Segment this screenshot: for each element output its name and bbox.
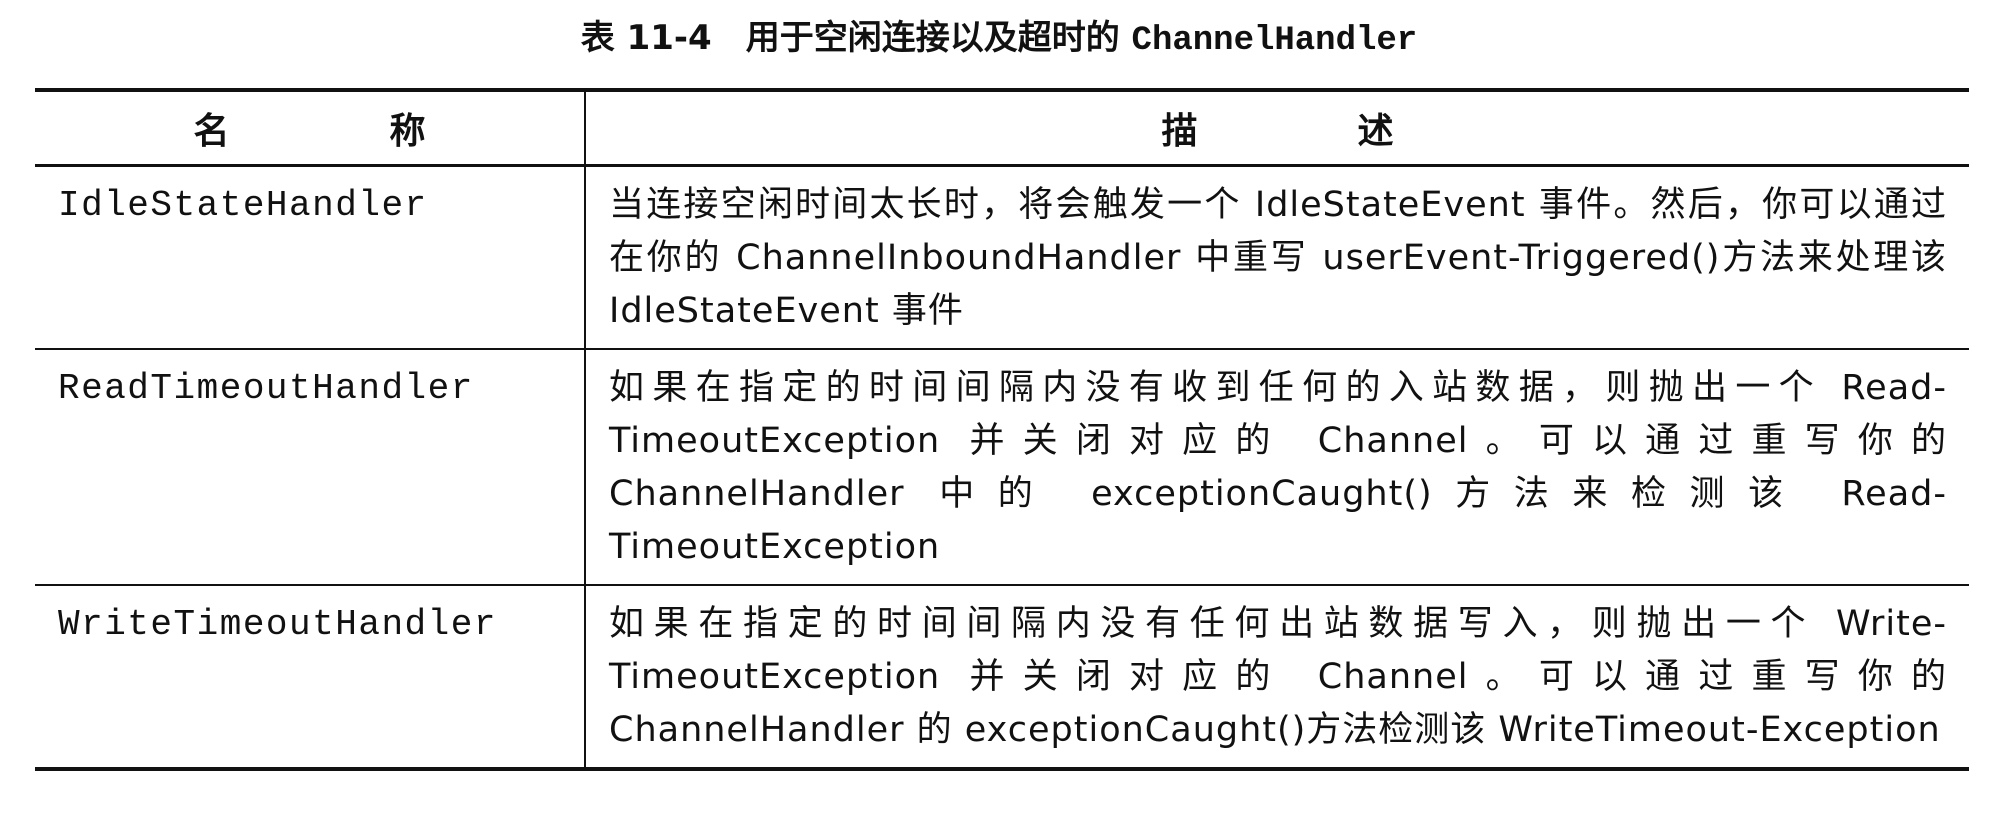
header-name: 名 称 — [35, 90, 586, 166]
caption-text: 表 11-4 用于空闲连接以及超时的 — [580, 18, 1132, 58]
channel-handler-table: 名 称 描 述 IdleStateHandler 当连接空闲时间太长时，将会触发… — [35, 88, 1969, 771]
table-caption: 表 11-4 用于空闲连接以及超时的 ChannelHandler — [0, 16, 1998, 63]
handler-name: ReadTimeoutHandler — [35, 349, 586, 585]
handler-description: 如果在指定的时间间隔内没有任何出站数据写入，则抛出一个 Write-Timeou… — [609, 604, 1947, 750]
table-row: WriteTimeoutHandler 如果在指定的时间间隔内没有任何出站数据写… — [35, 585, 1969, 769]
header-description: 描 述 — [1161, 111, 1456, 152]
table-row: IdleStateHandler 当连接空闲时间太长时，将会触发一个 IdleS… — [35, 165, 1969, 349]
handler-description: 如果在指定的时间间隔内没有收到任何的入站数据，则抛出一个 Read-Timeou… — [609, 368, 1947, 567]
handler-name: WriteTimeoutHandler — [35, 585, 586, 769]
table-row: ReadTimeoutHandler 如果在指定的时间间隔内没有收到任何的入站数… — [35, 349, 1969, 585]
handler-name: IdleStateHandler — [35, 165, 586, 349]
handler-description: 当连接空闲时间太长时，将会触发一个 IdleStateEvent 事件。然后，你… — [609, 185, 1947, 331]
table-header-row: 名 称 描 述 — [35, 90, 1969, 166]
caption-code: ChannelHandler — [1131, 22, 1418, 60]
